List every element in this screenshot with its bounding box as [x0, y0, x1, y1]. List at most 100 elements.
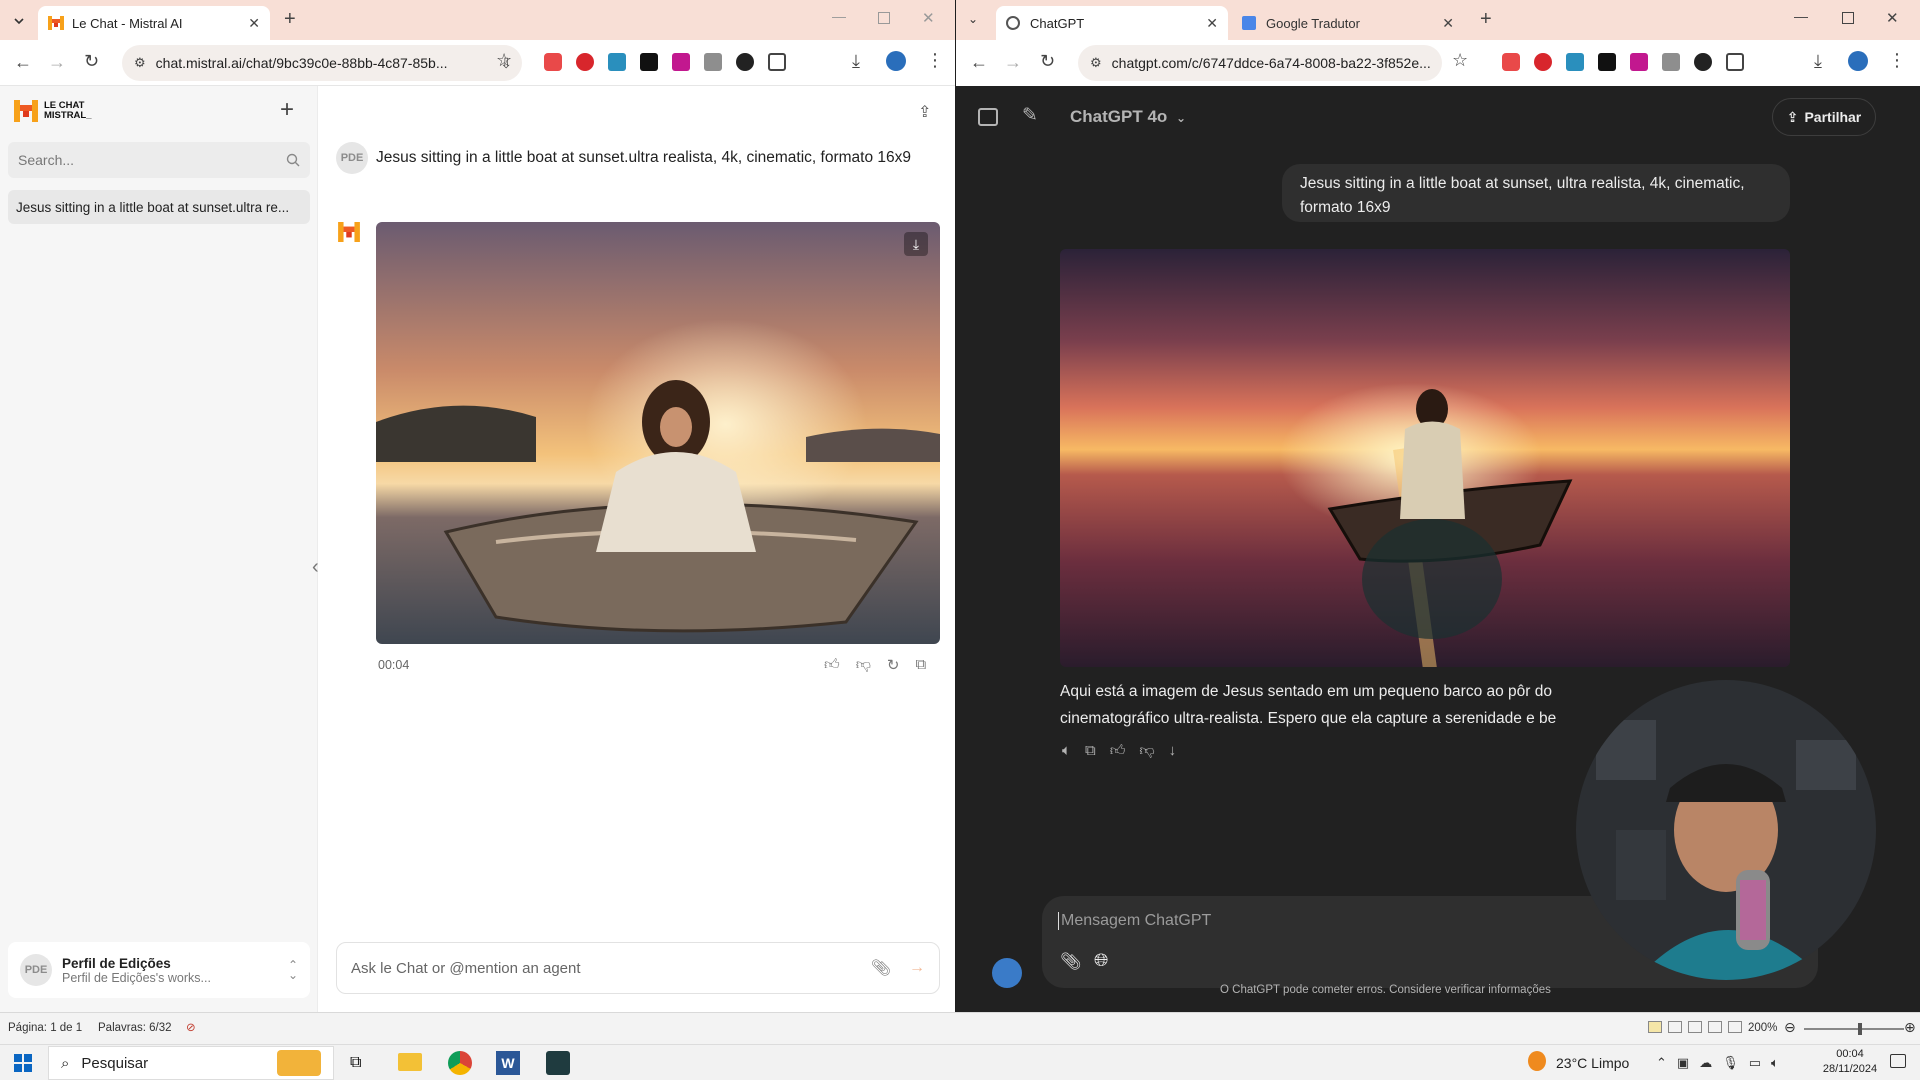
- profile-avatar[interactable]: [1848, 51, 1868, 71]
- close-tab-icon[interactable]: ✕: [248, 15, 260, 32]
- download-icon[interactable]: ↓: [1169, 742, 1177, 760]
- downloads-icon[interactable]: ⤓: [1814, 51, 1822, 72]
- back-icon[interactable]: ←: [970, 52, 988, 73]
- extension-screen-icon[interactable]: [1566, 53, 1584, 71]
- reload-icon[interactable]: ↻: [1040, 51, 1055, 72]
- share-icon[interactable]: ⇪: [918, 102, 931, 122]
- tab-google-tradutor[interactable]: Google Tradutor ✕: [1232, 6, 1464, 40]
- thumbs-up-icon[interactable]: 👍︎: [824, 656, 840, 674]
- close-tab-icon[interactable]: ✕: [1206, 15, 1218, 32]
- microphone-icon[interactable]: 🎙︎: [1722, 1055, 1739, 1071]
- close-tab-icon[interactable]: ✕: [1442, 15, 1454, 32]
- close-window-button[interactable]: ✕: [922, 9, 935, 27]
- extension-grey-icon[interactable]: [1662, 53, 1680, 71]
- chrome-icon[interactable]: [448, 1051, 472, 1075]
- extension-red-icon[interactable]: [544, 53, 562, 71]
- bookmark-star-icon[interactable]: ☆: [496, 50, 512, 71]
- minimize-button[interactable]: —: [1794, 8, 1808, 24]
- extension-dark-icon[interactable]: [1598, 53, 1616, 71]
- history-item[interactable]: Jesus sitting in a little boat at sunset…: [8, 190, 310, 224]
- maximize-button[interactable]: [1842, 12, 1854, 24]
- web-layout-icon[interactable]: [1688, 1021, 1702, 1033]
- task-view-icon[interactable]: ⧉: [350, 1054, 361, 1072]
- tray-app-icon[interactable]: ▣: [1677, 1055, 1689, 1071]
- copy-icon[interactable]: ⧉: [916, 656, 927, 674]
- extension-grey-icon[interactable]: [704, 53, 722, 71]
- new-tab-button[interactable]: +: [1480, 8, 1492, 31]
- maximize-button[interactable]: [878, 12, 890, 24]
- chevron-up-icon[interactable]: ⌃: [1656, 1055, 1667, 1071]
- back-icon[interactable]: ←: [14, 52, 32, 73]
- tab-le-chat[interactable]: Le Chat - Mistral AI ✕: [38, 6, 270, 40]
- close-window-button[interactable]: ✕: [1886, 9, 1899, 27]
- profile-avatar[interactable]: [886, 51, 906, 71]
- extension-red-icon[interactable]: [1502, 53, 1520, 71]
- thumbs-down-icon[interactable]: 👎︎: [856, 656, 871, 674]
- clock[interactable]: 00:04 28/11/2024: [1820, 1047, 1880, 1077]
- minimize-button[interactable]: —: [832, 8, 846, 24]
- extensions-puzzle-icon[interactable]: [1726, 53, 1744, 71]
- share-button[interactable]: ⇪ Partilhar: [1772, 98, 1876, 136]
- zoom-in-icon[interactable]: ⊕: [1904, 1019, 1916, 1036]
- copy-icon[interactable]: ⧉: [1085, 742, 1096, 760]
- extension-record-icon[interactable]: [576, 53, 594, 71]
- zoom-slider-thumb[interactable]: [1858, 1023, 1862, 1035]
- extensions-puzzle-icon[interactable]: [768, 53, 786, 71]
- tab-chatgpt[interactable]: ChatGPT ✕: [996, 6, 1228, 40]
- windows-start-icon[interactable]: [14, 1054, 32, 1072]
- zoom-out-icon[interactable]: ⊖: [1784, 1019, 1796, 1036]
- model-selector[interactable]: ChatGPT 4o ⌄: [1070, 107, 1186, 127]
- account-avatar[interactable]: [992, 958, 1022, 988]
- search-input[interactable]: Search...: [8, 142, 310, 178]
- download-image-icon[interactable]: ⤓: [904, 232, 928, 256]
- read-mode-icon[interactable]: [1668, 1021, 1682, 1033]
- address-bar[interactable]: ⚙ chatgpt.com/c/6747ddce-6a74-8008-ba22-…: [1078, 45, 1442, 81]
- outline-icon[interactable]: [1708, 1021, 1722, 1033]
- site-settings-icon[interactable]: ⚙: [1090, 55, 1102, 71]
- forward-icon[interactable]: →: [48, 52, 66, 73]
- network-icon[interactable]: ▭: [1749, 1055, 1761, 1071]
- attach-icon[interactable]: 📎︎: [871, 958, 891, 978]
- proofing-icon[interactable]: ⊘: [186, 1020, 196, 1034]
- extension-dark-icon[interactable]: [640, 53, 658, 71]
- browser-menu-icon[interactable]: ⋮: [926, 50, 944, 71]
- browser-menu-icon[interactable]: ⋮: [1888, 50, 1906, 71]
- profile-switcher[interactable]: PDE Perfil de Edições Perfil de Edições'…: [8, 942, 310, 998]
- extension-screen-icon[interactable]: [608, 53, 626, 71]
- volume-icon[interactable]: 🔈︎: [1771, 1055, 1779, 1071]
- regenerate-icon[interactable]: ↻: [887, 656, 900, 674]
- file-explorer-icon[interactable]: [398, 1053, 422, 1071]
- extension-download-icon[interactable]: [672, 53, 690, 71]
- sidebar-toggle-icon[interactable]: [978, 108, 998, 126]
- address-bar[interactable]: ⚙ chat.mistral.ai/chat/9bc39c0e-88bb-4c8…: [122, 45, 522, 81]
- terminal-app-icon[interactable]: [546, 1051, 570, 1075]
- generated-image[interactable]: ⤓: [376, 222, 940, 644]
- weather-text[interactable]: 23°C Limpo: [1556, 1055, 1629, 1071]
- new-chat-icon[interactable]: ✎: [1022, 104, 1038, 127]
- tab-list-icon[interactable]: ⌄: [968, 12, 978, 26]
- send-button[interactable]: →: [909, 959, 925, 977]
- extension-openai-icon[interactable]: [736, 53, 754, 71]
- taskbar-search[interactable]: ⌕ Pesquisar: [48, 1046, 334, 1080]
- draft-icon[interactable]: [1728, 1021, 1742, 1033]
- forward-icon[interactable]: →: [1004, 52, 1022, 73]
- globe-icon[interactable]: 🌐︎: [1094, 950, 1108, 971]
- weather-icon[interactable]: [1528, 1051, 1546, 1071]
- extension-openai-icon[interactable]: [1694, 53, 1712, 71]
- chat-input[interactable]: Ask le Chat or @mention an agent 📎︎ →: [336, 942, 940, 994]
- extension-download-icon[interactable]: [1630, 53, 1648, 71]
- tab-list-icon[interactable]: [10, 12, 28, 30]
- new-tab-button[interactable]: +: [284, 8, 296, 31]
- word-icon[interactable]: W: [496, 1051, 520, 1075]
- new-chat-button[interactable]: +: [280, 96, 294, 124]
- brand-logo[interactable]: LE CHAT MISTRAL_: [14, 100, 92, 122]
- zoom-slider[interactable]: [1804, 1023, 1904, 1035]
- bookmark-star-icon[interactable]: ☆: [1452, 50, 1468, 71]
- read-aloud-icon[interactable]: 🔈︎: [1062, 742, 1071, 760]
- thumbs-up-icon[interactable]: 👍︎: [1110, 742, 1126, 760]
- extension-record-icon[interactable]: [1534, 53, 1552, 71]
- onedrive-icon[interactable]: ☁: [1699, 1055, 1712, 1071]
- notifications-icon[interactable]: [1890, 1054, 1906, 1068]
- generated-image[interactable]: [1060, 249, 1790, 667]
- attach-icon[interactable]: 📎︎: [1060, 952, 1082, 972]
